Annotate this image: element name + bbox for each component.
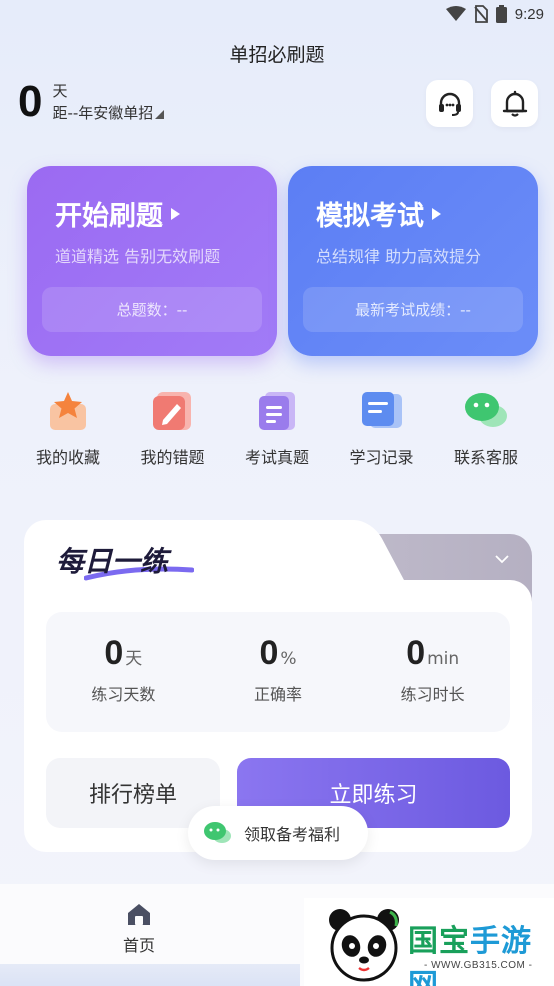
daily-practice-section: 每日一练 0天 练习天数 0% 正确率 0 min 练习时长 排行榜单 立即练习 [24, 520, 532, 852]
stat-value: 0 [104, 634, 124, 672]
quick-link-label: 我的收藏 [35, 448, 100, 467]
no-sim-icon [474, 5, 488, 23]
wifi-icon [445, 6, 466, 21]
countdown-number: 0 [18, 77, 43, 126]
quick-link-real-exams[interactable]: 考试真题 [225, 388, 329, 468]
quick-link-label: 我的错题 [140, 448, 205, 467]
start-practice-card[interactable]: 开始刷题 道道精选 告别无效刷题 总题数：-- [27, 166, 277, 356]
exam-paper-icon [259, 392, 295, 430]
mock-exam-card[interactable]: 模拟考试 总结规律 助力高效提分 最新考试成绩：-- [288, 166, 538, 356]
play-arrow-icon [171, 207, 180, 220]
total-questions: 总题数：-- [42, 287, 262, 332]
headset-icon [438, 92, 461, 116]
stat-practice-days: 0天 练习天数 [46, 612, 201, 732]
countdown-description: 距--年安徽单招 [52, 104, 154, 122]
chevron-down-icon[interactable] [494, 554, 510, 564]
watermark-title-part1: 国宝 [408, 924, 470, 959]
card-subtitle: 总结规律 助力高效提分 [316, 247, 482, 266]
watermark-title: 国宝手游网 [408, 916, 554, 986]
notification-button[interactable] [491, 80, 538, 127]
welfare-label: 领取备考福利 [244, 825, 341, 844]
page-title: 单招必刷题 [229, 44, 325, 66]
star-folder-icon [50, 392, 86, 430]
countdown-unit: 天 [52, 82, 68, 100]
stat-label: 正确率 [254, 685, 303, 704]
quick-link-favorites[interactable]: 我的收藏 [16, 388, 120, 468]
exam-countdown[interactable]: 0 天 距--年安徽单招 [18, 77, 165, 126]
watermark-url: - WWW.GB315.COM - [424, 960, 533, 971]
stat-unit: 天 [125, 649, 143, 669]
stat-practice-duration: 0 min 练习时长 [355, 612, 510, 732]
tab-home[interactable]: 首页 [98, 902, 180, 956]
latest-exam-score: 最新考试成绩：-- [303, 287, 523, 332]
quick-link-label: 学习记录 [349, 448, 414, 467]
stat-unit: min [427, 649, 460, 669]
stat-value: 0 [259, 634, 279, 672]
stat-unit: % [280, 649, 297, 669]
wechat-icon [204, 822, 231, 843]
status-icons: 9:29 [445, 5, 544, 23]
daily-title: 每日一练 [56, 545, 169, 578]
countdown-desc-wrap[interactable]: 距--年安徽单招 [52, 102, 165, 124]
quick-link-contact-service[interactable]: 联系客服 [434, 388, 538, 468]
quick-link-mistakes[interactable]: 我的错题 [121, 388, 225, 468]
site-watermark: 国宝手游网 - WWW.GB315.COM - [304, 898, 554, 986]
quick-link-label: 考试真题 [244, 448, 309, 467]
card-title: 模拟考试 [316, 201, 424, 232]
dropdown-triangle-icon [155, 110, 165, 119]
status-bar: 9:29 [0, 0, 554, 30]
wechat-service-icon [465, 393, 507, 427]
status-time: 9:29 [514, 5, 544, 23]
tab-bar-strip [0, 964, 300, 986]
panda-logo-icon [329, 909, 399, 982]
stat-accuracy: 0% 正确率 [201, 612, 356, 732]
card-subtitle: 道道精选 告别无效刷题 [55, 247, 221, 266]
customer-service-button[interactable] [426, 80, 473, 127]
tab-home-label: 首页 [122, 936, 155, 955]
card-title: 开始刷题 [55, 201, 163, 232]
quick-link-study-record[interactable]: 学习记录 [330, 388, 434, 468]
practice-stats: 0天 练习天数 0% 正确率 0 min 练习时长 [46, 612, 510, 732]
play-arrow-icon [432, 207, 441, 220]
stat-value: 0 [406, 634, 426, 672]
battery-icon [495, 5, 507, 23]
pen-book-icon [152, 392, 191, 430]
home-icon [128, 904, 150, 925]
claim-welfare-button[interactable]: 领取备考福利 [188, 806, 368, 860]
study-record-icon [361, 392, 402, 428]
stat-label: 练习天数 [91, 685, 156, 704]
stat-label: 练习时长 [400, 685, 465, 704]
quick-link-label: 联系客服 [453, 448, 518, 467]
quick-links: 我的收藏 我的错题 考试真题 学习记录 联系客服 [16, 388, 538, 468]
bell-icon [502, 90, 527, 117]
